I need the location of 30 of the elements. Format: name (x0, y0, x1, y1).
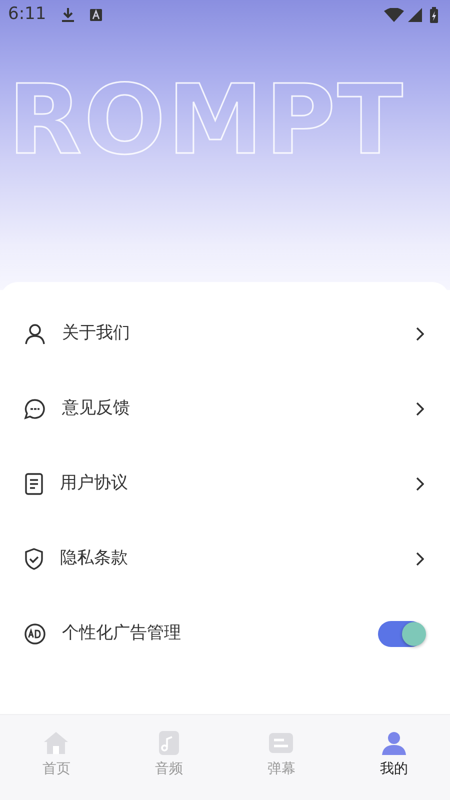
toggle-switch[interactable] (378, 620, 424, 646)
chevron-right-icon (416, 326, 424, 340)
menu-item[interactable]: 隐私条款 (0, 521, 450, 596)
chevron-right-icon (416, 402, 424, 416)
menu-item[interactable]: 用户协议 (0, 446, 450, 521)
nav-tab[interactable]: 我的 (338, 715, 450, 800)
chat-bubble-icon (24, 398, 46, 420)
download-icon (62, 8, 74, 22)
shield-check-icon (24, 548, 44, 570)
signal-icon (408, 8, 422, 22)
menu-label: 用户协议 (60, 472, 129, 495)
status-time: 6:11 (8, 3, 46, 26)
chevron-right-icon (416, 476, 424, 490)
person-icon (24, 322, 46, 344)
background-lettering: ROMPT (8, 72, 405, 168)
menu-label: 隐私条款 (60, 546, 129, 570)
home-icon (43, 731, 70, 755)
keyboard-app-icon (90, 9, 102, 21)
wifi-icon (384, 8, 404, 22)
document-icon (24, 472, 44, 494)
menu-item[interactable]: 意见反馈 (0, 371, 450, 446)
battery-icon (430, 7, 438, 23)
menu-label: 个性化广告管理 (62, 622, 182, 645)
menu-label: 意见反馈 (62, 396, 131, 420)
ad-icon (24, 622, 46, 644)
chevron-right-icon (416, 552, 424, 566)
comment-lines-icon (268, 731, 294, 755)
menu-item[interactable]: 关于我们 (0, 296, 450, 371)
menu-label: 关于我们 (62, 322, 131, 345)
person-icon (380, 731, 407, 755)
